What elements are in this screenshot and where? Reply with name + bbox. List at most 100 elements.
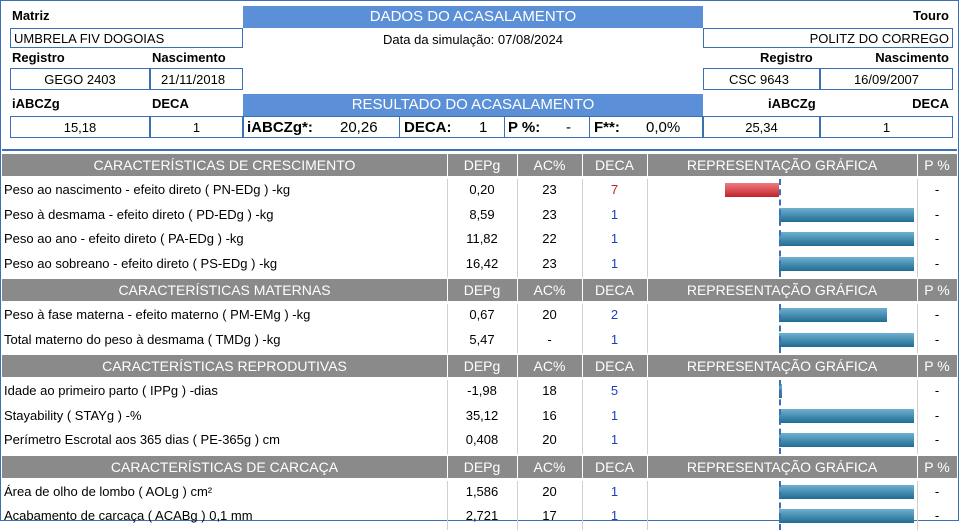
grid-line: [917, 480, 918, 530]
touro-deca-label: DECA: [912, 96, 949, 111]
col-rep: REPRESENTAÇÃO GRÁFICA: [686, 458, 878, 475]
trait-depg: 8,59: [469, 206, 495, 222]
trait-ac: 23: [542, 206, 557, 222]
trait-ac: 20: [542, 483, 557, 499]
table-row: Idade ao primeiro parto ( IPPg ) -dias -1…: [2, 380, 957, 402]
col-ac: AC%: [533, 157, 566, 173]
matriz-label: Matriz: [12, 8, 50, 23]
col-depg: DEPg: [463, 157, 501, 173]
trait-bar: [779, 256, 914, 271]
trait-ac: 17: [542, 508, 557, 523]
trait-p: -: [934, 307, 940, 322]
grid-line: [647, 480, 648, 530]
trait-name: Acabamento de carcaça ( ACABg ) 0,1 mm: [4, 508, 253, 523]
table-row: Perímetro Escrotal aos 365 dias ( PE-365…: [2, 429, 957, 451]
col-rep: REPRESENTAÇÃO GRÁFICA: [686, 282, 878, 298]
trait-p: -: [934, 407, 940, 423]
col-depg: DEPg: [463, 282, 501, 298]
table-row: Peso ao nascimento - efeito direto ( PN-…: [2, 179, 957, 201]
col-rep: REPRESENTAÇÃO GRÁFICA: [686, 358, 878, 374]
matriz-deca-label: DECA: [152, 96, 189, 111]
trait-name: Total materno do peso à desmama ( TMDg )…: [4, 331, 281, 347]
simulation-date: Data da simulação: 07/08/2024: [383, 32, 563, 47]
zero-axis: [779, 179, 781, 277]
grid-line: [582, 179, 583, 277]
table-row: Área de olho de lombo ( AOLg ) cm² 1,586 2…: [2, 481, 957, 503]
section-header: CARACTERÍSTICAS DE CRESCIMENTO DEPg AC% DEC…: [2, 154, 957, 176]
trait-depg: 0,67: [469, 307, 495, 322]
grid-line: [647, 304, 648, 353]
trait-ac: 22: [542, 231, 557, 246]
touro-deca: 1: [820, 116, 953, 138]
trait-ac: 23: [542, 182, 557, 197]
grid-line: [917, 304, 918, 353]
trait-depg: 5,47: [469, 331, 495, 347]
trait-deca: 7: [610, 182, 619, 197]
trait-bar: [779, 509, 914, 523]
table-row: Peso à desmama - efeito direto ( PD-EDg …: [2, 204, 957, 226]
grid-line: [917, 179, 918, 277]
matriz-name: UMBRELA FIV DOGOIAS: [10, 28, 243, 48]
grid-line: [647, 179, 648, 277]
table-row: Total materno do peso à desmama ( TMDg )…: [2, 329, 957, 351]
col-p: P %: [924, 358, 950, 374]
matriz-deca: 1: [150, 116, 243, 138]
touro-label: Touro: [913, 8, 949, 23]
trait-deca: 2: [610, 307, 619, 322]
matriz-registro: GEGO 2403: [10, 68, 150, 90]
table-row: Stayability ( STAYg ) -% 35,12 16 1 -: [2, 405, 957, 427]
trait-name: Peso à fase materna - efeito materno ( P…: [4, 307, 311, 322]
trait-name: Idade ao primeiro parto ( IPPg ) -dias: [4, 383, 218, 398]
trait-name: Peso ao sobreano - efeito direto ( PS-ED…: [4, 255, 278, 271]
col-depg: DEPg: [463, 358, 501, 374]
section-title: CARACTERÍSTICAS DE CRESCIMENTO: [93, 157, 356, 173]
table-row: Peso à fase materna - efeito materno ( P…: [2, 304, 957, 326]
resultado-title: RESULTADO DO ACASALAMENTO: [243, 94, 703, 116]
trait-name: Perímetro Escrotal aos 365 dias ( PE-365…: [4, 432, 281, 447]
touro-nascimento: 16/09/2007: [820, 68, 953, 90]
result-box: iABCZg*: 20,26 DECA: 1 P %: - F**: 0,0%: [243, 116, 703, 138]
col-ac: AC%: [533, 358, 566, 374]
trait-name: Peso ao ano - efeito direto ( PA-EDg ) -…: [4, 231, 244, 246]
result-iabczg-value: 20,26: [340, 119, 378, 136]
trait-deca: 1: [610, 508, 619, 523]
col-deca: DECA: [595, 458, 634, 475]
section-header: CARACTERÍSTICAS MATERNAS DEPg AC% DECA REPRE…: [2, 279, 957, 301]
trait-p: -: [934, 432, 940, 447]
col-deca: DECA: [595, 157, 634, 173]
trait-depg: 16,42: [465, 255, 499, 271]
trait-bar: [779, 207, 914, 222]
trait-p: -: [934, 331, 940, 347]
trait-p: -: [934, 508, 940, 523]
table-row: Peso ao ano - efeito direto ( PA-EDg ) -…: [2, 228, 957, 250]
grid-line: [917, 380, 918, 454]
grid-line: [582, 480, 583, 530]
grid-line: [447, 380, 448, 454]
table-row: Peso ao sobreano - efeito direto ( PS-ED…: [2, 253, 957, 275]
col-ac: AC%: [533, 282, 566, 298]
result-p-value: -: [566, 119, 571, 136]
trait-bar: [779, 308, 887, 322]
grid-line: [647, 380, 648, 454]
trait-p: -: [934, 182, 940, 197]
trait-bar: [779, 484, 914, 499]
trait-depg: 0,20: [469, 182, 495, 197]
trait-name: Peso à desmama - efeito direto ( PD-EDg …: [4, 206, 274, 222]
zero-axis: [779, 380, 781, 454]
trait-deca: 5: [610, 383, 619, 398]
section-header: CARACTERÍSTICAS REPRODUTIVAS DEPg AC% DECA R…: [2, 355, 957, 377]
col-p: P %: [924, 282, 950, 298]
trait-deca: 1: [610, 231, 619, 246]
trait-p: -: [934, 483, 940, 499]
col-deca: DECA: [595, 358, 634, 374]
result-f-value: 0,0%: [646, 119, 681, 136]
grid-line: [447, 480, 448, 530]
trait-deca: 1: [610, 483, 619, 499]
touro-registro-label: Registro: [760, 50, 813, 65]
trait-deca: 1: [610, 407, 619, 423]
section-title: CARACTERÍSTICAS REPRODUTIVAS: [102, 358, 347, 374]
trait-ac: -: [547, 331, 552, 347]
grid-line: [447, 304, 448, 353]
trait-name: Área de olho de lombo ( AOLg ) cm²: [4, 483, 213, 499]
trait-depg: 1,586: [465, 483, 499, 499]
